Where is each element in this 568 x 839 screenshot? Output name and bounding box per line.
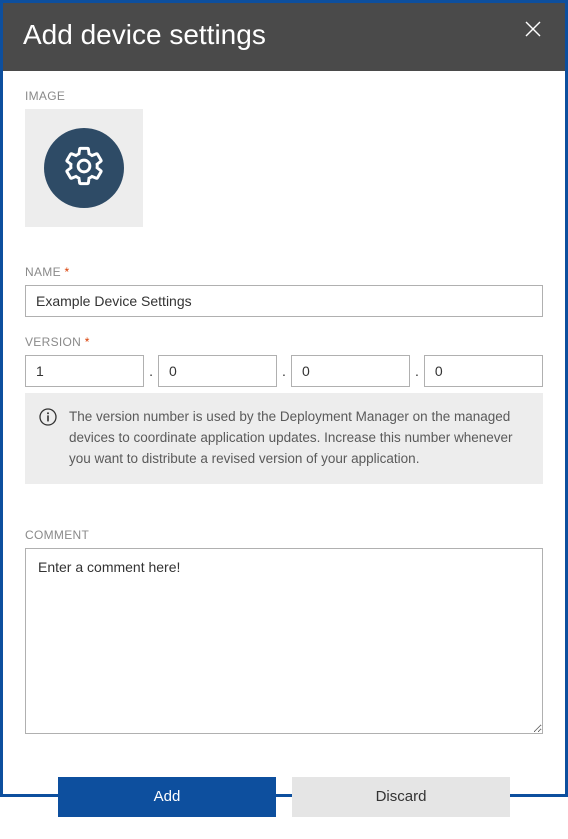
version-patch-input[interactable] <box>291 355 410 387</box>
dialog-header: Add device settings <box>3 3 565 71</box>
version-separator: . <box>148 363 154 379</box>
name-input[interactable] <box>25 285 543 317</box>
gear-icon-circle <box>44 128 124 208</box>
version-row: . . . <box>25 355 543 387</box>
version-info-text: The version number is used by the Deploy… <box>69 407 529 470</box>
version-label: VERSION * <box>25 335 543 349</box>
comment-label: COMMENT <box>25 528 543 542</box>
version-field-group: VERSION * . . . The version number is us… <box>25 335 543 484</box>
image-label: IMAGE <box>25 89 543 103</box>
version-separator: . <box>414 363 420 379</box>
comment-textarea[interactable] <box>25 548 543 734</box>
close-button[interactable] <box>521 19 545 43</box>
version-minor-input[interactable] <box>158 355 277 387</box>
image-preview[interactable] <box>25 109 143 227</box>
dialog-title: Add device settings <box>23 19 266 51</box>
gear-icon <box>62 144 106 193</box>
image-field-group: IMAGE <box>25 89 543 247</box>
dialog-content: IMAGE NAME * VERSION * . . <box>3 71 565 757</box>
close-icon <box>525 20 541 42</box>
version-major-input[interactable] <box>25 355 144 387</box>
version-separator: . <box>281 363 287 379</box>
version-build-input[interactable] <box>424 355 543 387</box>
info-icon <box>39 408 57 431</box>
comment-field-group: COMMENT <box>25 528 543 739</box>
name-field-group: NAME * <box>25 265 543 317</box>
name-label: NAME * <box>25 265 543 279</box>
required-marker: * <box>65 265 70 279</box>
dialog-footer: Add Discard <box>3 757 565 839</box>
version-info-box: The version number is used by the Deploy… <box>25 393 543 484</box>
required-marker: * <box>85 335 90 349</box>
